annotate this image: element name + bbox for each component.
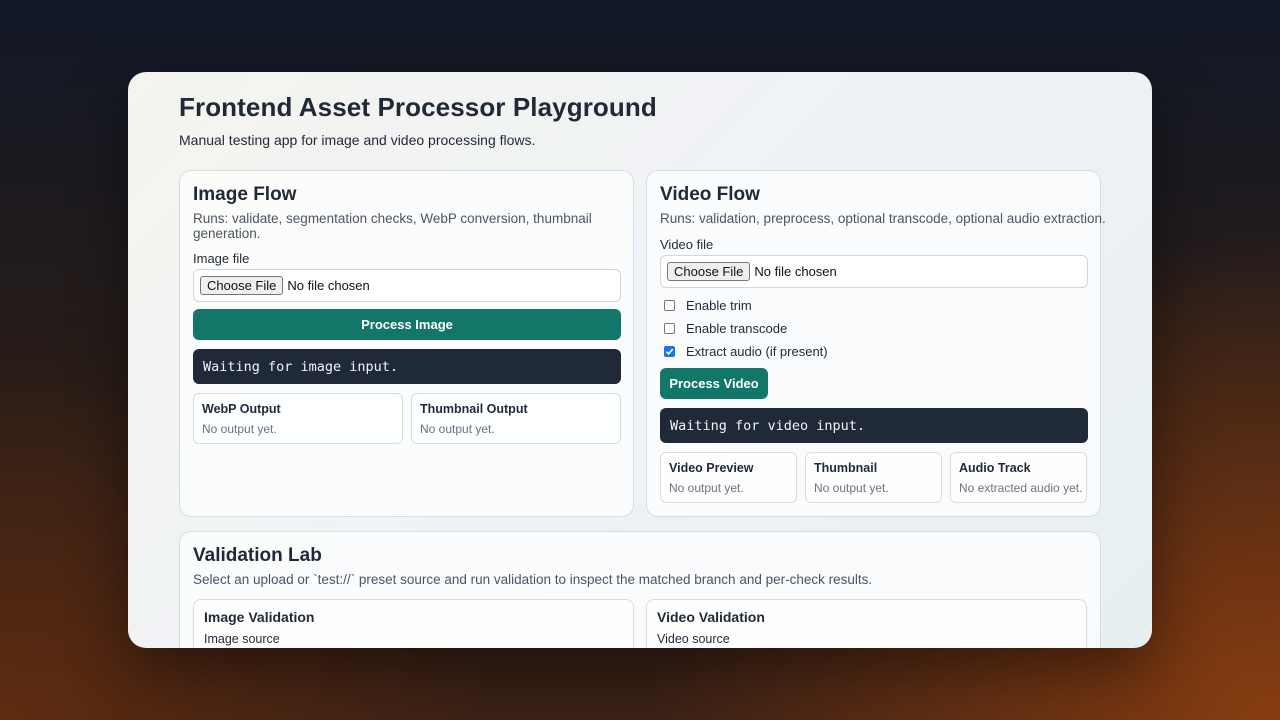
process-image-button[interactable]: Process Image: [193, 309, 621, 340]
video-validation-title: Video Validation: [657, 609, 765, 625]
audio-track-title: Audio Track: [959, 461, 1031, 475]
image-flow-card: Image Flow Runs: validate, segmentation …: [179, 170, 634, 517]
enable-trim-checkbox[interactable]: [664, 300, 675, 311]
image-flow-description: Runs: validate, segmentation checks, Web…: [193, 211, 592, 241]
image-flow-title: Image Flow: [193, 184, 297, 205]
extract-audio-label: Extract audio (if present): [686, 344, 828, 359]
image-choose-file-button[interactable]: Choose File: [200, 276, 284, 295]
image-file-status: No file chosen: [287, 278, 370, 293]
enable-transcode-label: Enable transcode: [686, 321, 788, 336]
audio-track-status: No extracted audio yet.: [959, 481, 1083, 495]
extract-audio-checkbox[interactable]: [664, 346, 675, 357]
video-source-label: Video source: [657, 632, 730, 646]
validation-lab-card: Validation Lab Select an upload or `test…: [179, 531, 1101, 648]
validation-lab-description: Select an upload or `test://` preset sou…: [193, 572, 873, 587]
video-file-label: Video file: [660, 237, 714, 252]
webp-output-status: No output yet.: [202, 422, 277, 436]
page-content: Frontend Asset Processor Playground Manu…: [179, 92, 1101, 148]
app-window: Frontend Asset Processor Playground Manu…: [128, 72, 1152, 648]
video-thumbnail-title: Thumbnail: [814, 461, 878, 475]
enable-transcode-checkbox[interactable]: [664, 323, 675, 334]
video-file-input[interactable]: Choose File No file chosen: [660, 255, 1088, 288]
webp-output-box: WebP Output No output yet.: [193, 393, 403, 444]
extract-audio-option[interactable]: Extract audio (if present): [664, 344, 828, 359]
image-source-label: Image source: [204, 632, 280, 646]
video-thumbnail-box: Thumbnail No output yet.: [805, 452, 942, 503]
video-preview-box: Video Preview No output yet.: [660, 452, 797, 503]
video-preview-title: Video Preview: [669, 461, 754, 475]
page-subtitle: Manual testing app for image and video p…: [179, 132, 536, 148]
webp-output-title: WebP Output: [202, 402, 281, 416]
process-video-button[interactable]: Process Video: [660, 368, 768, 399]
video-validation-panel: Video Validation Video source: [646, 599, 1087, 648]
enable-trim-option[interactable]: Enable trim: [664, 298, 752, 313]
video-flow-description: Runs: validation, preprocess, optional t…: [660, 211, 1106, 226]
audio-track-box: Audio Track No extracted audio yet.: [950, 452, 1087, 503]
video-preview-status: No output yet.: [669, 481, 744, 495]
video-flow-card: Video Flow Runs: validation, preprocess,…: [646, 170, 1106, 517]
enable-transcode-option[interactable]: Enable transcode: [664, 321, 787, 336]
image-validation-panel: Image Validation Image source: [193, 599, 634, 648]
video-flow-title: Video Flow: [660, 184, 760, 205]
image-file-input[interactable]: Choose File No file chosen: [193, 269, 621, 302]
thumbnail-output-status: No output yet.: [420, 422, 495, 436]
thumbnail-output-title: Thumbnail Output: [420, 402, 528, 416]
thumbnail-output-box: Thumbnail Output No output yet.: [411, 393, 621, 444]
video-choose-file-button[interactable]: Choose File: [667, 262, 751, 281]
image-file-label: Image file: [193, 251, 250, 266]
checkmark-icon: [665, 348, 674, 356]
video-file-status: No file chosen: [754, 264, 837, 279]
video-thumbnail-status: No output yet.: [814, 481, 889, 495]
image-status-console: Waiting for image input.: [193, 349, 621, 384]
video-status-console: Waiting for video input.: [660, 408, 1088, 443]
validation-lab-title: Validation Lab: [193, 545, 322, 566]
image-validation-title: Image Validation: [204, 609, 315, 625]
page-title: Frontend Asset Processor Playground: [179, 92, 657, 122]
enable-trim-label: Enable trim: [686, 298, 752, 313]
